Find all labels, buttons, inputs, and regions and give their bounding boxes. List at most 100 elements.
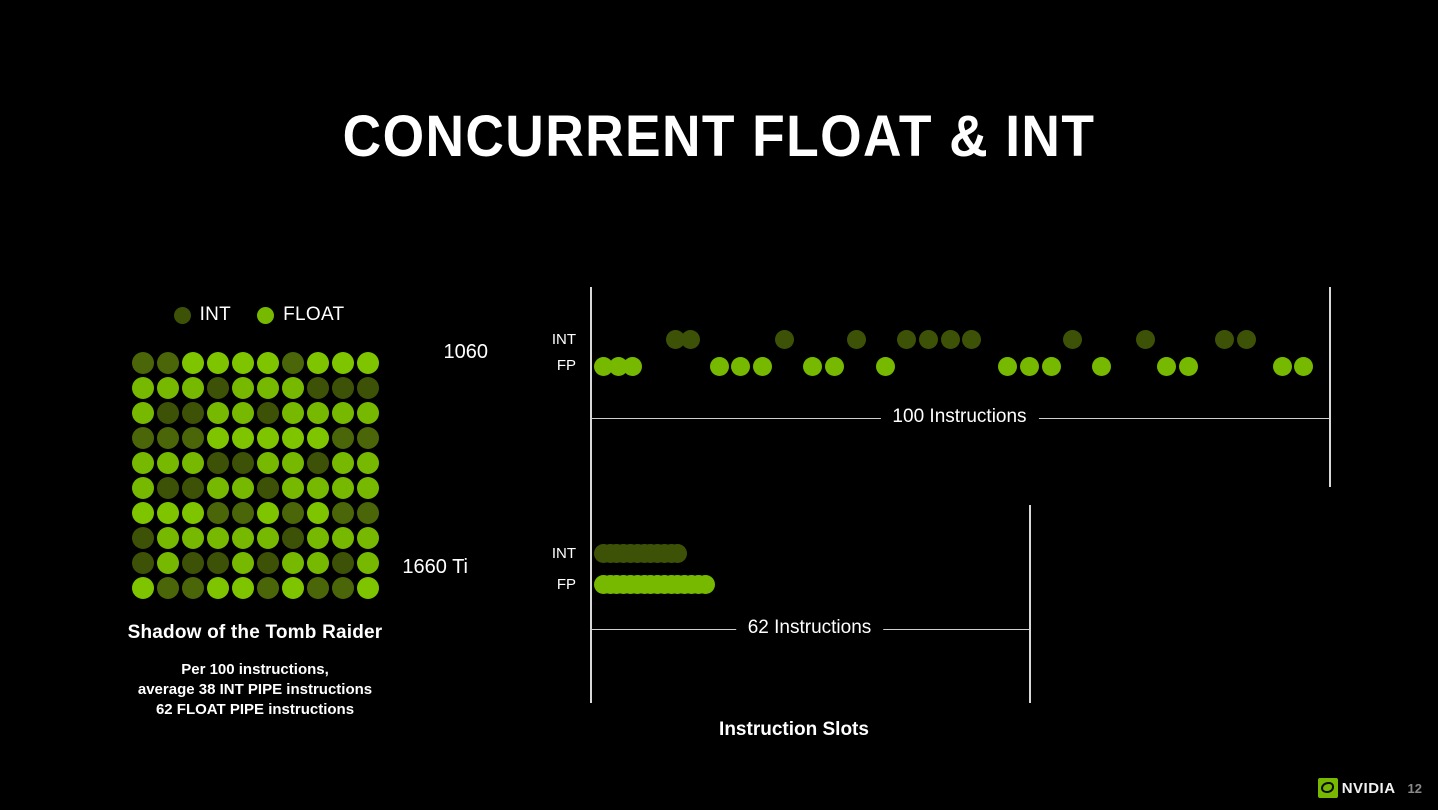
matrix-cell-float — [306, 502, 329, 524]
instruction-dot-int — [593, 543, 613, 563]
instruction-dot-int — [654, 543, 674, 563]
matrix-cell-int — [206, 377, 229, 399]
matrix-cell-float — [131, 577, 154, 599]
instruction-dot-float — [1092, 356, 1112, 376]
instruction-dot-float — [1178, 356, 1198, 376]
matrix-cell-float — [281, 452, 304, 474]
matrix-cell-float — [306, 352, 329, 374]
instruction-dot-float — [1272, 356, 1292, 376]
matrix-cell-float — [256, 502, 279, 524]
matrix-cell-float — [356, 577, 379, 599]
matrix-cell-float — [356, 527, 379, 549]
matrix-cell-float — [181, 452, 204, 474]
matrix-cell-float — [306, 477, 329, 499]
matrix-caption-line: 62 FLOAT PIPE instructions — [155, 700, 355, 718]
instruction-dot-int — [614, 543, 634, 563]
instruction-dot-float — [1294, 356, 1314, 376]
matrix-cell-float — [181, 527, 204, 549]
instruction-dot-float — [688, 574, 708, 594]
matrix-cell-float — [356, 452, 379, 474]
matrix-cell-int — [131, 527, 154, 549]
page-title: CONCURRENT FLOAT & INT — [342, 104, 1096, 169]
matrix-cell-float — [156, 452, 179, 474]
instruction-count-label-1060: 100 Instructions — [880, 406, 1039, 428]
instruction-dot-float — [695, 574, 715, 594]
matrix-cell-float — [231, 427, 254, 449]
slide-root: CONCURRENT FLOAT & INT INT FLOAT Shadow o… — [0, 0, 1438, 810]
matrix-cell-int — [131, 427, 154, 449]
matrix-cell-float — [356, 552, 379, 574]
matrix-cell-int — [181, 427, 204, 449]
instruction-count-label-1660-ti: 62 Instructions — [735, 617, 884, 639]
page-number: 12 — [1407, 780, 1422, 796]
instruction-dot-int — [846, 329, 866, 349]
instruction-dot-float — [1157, 356, 1177, 376]
instruction-dot-int — [641, 543, 661, 563]
matrix-cell-int — [331, 427, 354, 449]
matrix-cell-float — [356, 477, 379, 499]
matrix-cell-float — [131, 452, 154, 474]
matrix-cell-int — [156, 477, 179, 499]
axis-caption-text: Instruction Slots — [719, 719, 869, 740]
instruction-dot-float — [654, 574, 674, 594]
matrix-cell-float — [156, 527, 179, 549]
instruction-dot-int — [634, 543, 654, 563]
matrix-cell-int — [181, 552, 204, 574]
matrix-cell-int — [206, 552, 229, 574]
matrix-cell-float — [256, 352, 279, 374]
slide-footer: NVIDIA 12 — [1317, 778, 1422, 798]
instruction-dot-int — [1236, 329, 1256, 349]
matrix-cell-float — [206, 402, 229, 424]
matrix-cell-float — [306, 402, 329, 424]
matrix-cell-float — [331, 477, 354, 499]
instruction-span-rule — [590, 418, 1329, 419]
matrix-cell-float — [131, 377, 154, 399]
legend-item-int: INT — [173, 304, 232, 326]
matrix-cell-int — [231, 502, 254, 524]
chart-x-axis-label: Instruction Slots — [0, 719, 1438, 741]
matrix-cell-float — [206, 352, 229, 374]
matrix-cell-float — [331, 402, 354, 424]
instruction-mix-matrix — [100, 351, 410, 600]
instruction-dot-int — [919, 329, 938, 349]
instruction-dot-float — [607, 574, 627, 594]
legend-label: FLOAT — [283, 304, 345, 325]
instruction-dot-int — [897, 329, 917, 349]
instruction-dot-int — [940, 329, 960, 349]
instruction-span-rule — [590, 629, 1029, 630]
matrix-cell-int — [256, 577, 279, 599]
instruction-dot-float — [675, 574, 695, 594]
instruction-dot-float — [620, 574, 640, 594]
matrix-cell-int — [256, 402, 279, 424]
instruction-dot-int — [774, 329, 794, 349]
matrix-cell-float — [231, 577, 254, 599]
matrix-cell-float — [231, 377, 254, 399]
instruction-dot-float — [648, 574, 668, 594]
matrix-cell-float — [181, 502, 204, 524]
row-label-int: INT — [551, 331, 576, 348]
matrix-cell-int — [331, 502, 354, 524]
matrix-cell-int — [356, 377, 379, 399]
matrix-caption-line: average 38 INT PIPE instructions — [137, 680, 373, 698]
instruction-dot-float — [608, 356, 628, 376]
instruction-dot-int — [607, 543, 627, 563]
instruction-dot-int — [620, 543, 640, 563]
matrix-cell-int — [331, 577, 354, 599]
instruction-dot-float — [875, 356, 895, 376]
matrix-cell-int — [131, 352, 154, 374]
matrix-cell-float — [131, 502, 154, 524]
matrix-cell-float — [281, 402, 304, 424]
matrix-cell-float — [206, 527, 229, 549]
instruction-dot-float — [614, 574, 634, 594]
matrix-cell-int — [156, 577, 179, 599]
instruction-dot-float — [593, 574, 613, 594]
matrix-cell-float — [331, 352, 354, 374]
instruction-dot-float — [668, 574, 688, 594]
instruction-dot-float — [627, 574, 647, 594]
instruction-dot-float — [1020, 356, 1040, 376]
legend-label: INT — [199, 304, 232, 325]
instruction-dot-int — [962, 329, 982, 349]
chart-left-axis — [590, 287, 592, 703]
instruction-dot-float — [825, 356, 845, 376]
matrix-cell-float — [206, 577, 229, 599]
